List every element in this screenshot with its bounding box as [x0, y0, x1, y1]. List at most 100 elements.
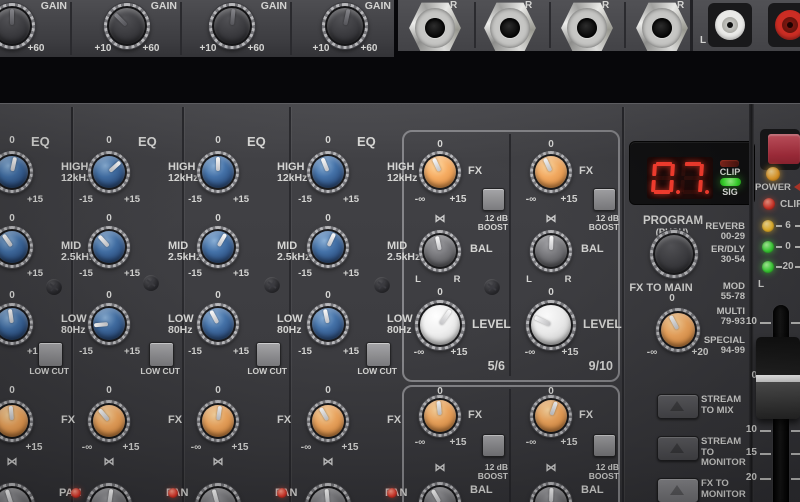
- ch2-pan-knob[interactable]: [86, 483, 132, 502]
- screw: [374, 277, 390, 293]
- ch9-10-bal-knob[interactable]: [530, 230, 572, 272]
- knob-max-label: +15: [343, 195, 359, 205]
- meter-dash: [795, 246, 800, 248]
- ch5-6-bal-knob[interactable]: [419, 230, 461, 272]
- ch9-10-fx-knob-cap: [535, 156, 567, 188]
- ch1-pan-led: [71, 488, 81, 498]
- ch2-low-cut-button[interactable]: [149, 342, 174, 367]
- knob-zero-label: 0: [215, 291, 221, 301]
- mixer-console: GAIN+10+60GAIN+10+60GAIN+10+60GAIN+10+60…: [0, 0, 800, 501]
- meter-clip-label: CLIP: [780, 199, 800, 210]
- ch2-mid-knob[interactable]: [88, 226, 130, 268]
- band-freq-label: 2.5kHz: [387, 252, 420, 263]
- knob-max-label: +15: [233, 195, 249, 205]
- stereo-bottom-2-fx-knob[interactable]: [530, 395, 572, 437]
- stereo-bottom-2-boost-button[interactable]: [593, 434, 616, 457]
- ch2-high-knob[interactable]: [88, 151, 130, 193]
- ch1-pan-knob[interactable]: [0, 483, 35, 502]
- knob-zero-label: 0: [9, 136, 15, 146]
- ch3-fx-knob[interactable]: [197, 400, 239, 442]
- ch4-low-knob[interactable]: [307, 303, 349, 345]
- ch3-mid-knob[interactable]: [197, 226, 239, 268]
- pan-symbol: ⋈: [104, 457, 115, 468]
- divider: [622, 107, 624, 502]
- ch3-fx-knob-pointer: [200, 403, 236, 439]
- effect-range: 55-78: [721, 292, 745, 302]
- divider: [509, 134, 511, 376]
- fx-to-main-knob[interactable]: [656, 308, 700, 352]
- knob-zero-label: 0: [106, 291, 112, 301]
- stereo-bottom-1-fx-knob[interactable]: [419, 395, 461, 437]
- program-knob[interactable]: [650, 230, 698, 278]
- clip-led-label: CLIP: [715, 168, 745, 177]
- ch3-pan-knob[interactable]: [195, 483, 241, 502]
- boost-label-2: BOOST: [478, 223, 508, 232]
- ch3-low-knob[interactable]: [197, 303, 239, 345]
- gain-label: GAIN: [151, 1, 177, 12]
- ch9-10-fx-knob[interactable]: [530, 151, 572, 193]
- ch5-6-boost-button[interactable]: [482, 188, 505, 211]
- fx-label: FX: [61, 415, 75, 426]
- knob-min-label: -∞: [301, 443, 311, 453]
- effect-range: 00-29: [721, 232, 745, 242]
- ch1-mid-knob-pointer: [0, 225, 34, 270]
- meter-left-channel-label: L: [758, 279, 764, 290]
- ch3-low-cut-button[interactable]: [256, 342, 281, 367]
- ch5-6-fx-knob[interactable]: [419, 151, 461, 193]
- ch2-mid-knob-cap: [93, 231, 125, 263]
- fx-to-main-max: +20: [687, 347, 713, 358]
- ch1-high-knob[interactable]: [0, 151, 33, 193]
- fx-label: FX: [468, 166, 482, 177]
- ch9-10-level-knob[interactable]: [526, 300, 576, 350]
- ch4-low-knob-cap: [312, 308, 344, 340]
- mute-button[interactable]: [768, 134, 800, 164]
- eq-header: EQ: [31, 135, 50, 148]
- ch3-low-knob-pointer: [196, 302, 239, 345]
- fx-to-monitor-button[interactable]: [657, 478, 699, 502]
- gain-max-label: +60: [143, 44, 160, 54]
- knob-zero-label: 0: [9, 386, 15, 396]
- stream-to-monitor-button[interactable]: [657, 436, 699, 461]
- band-freq-label: 12kHz: [277, 173, 307, 184]
- channel-name: 9/10: [589, 360, 613, 373]
- ch9-10-level-knob-cap: [531, 305, 571, 345]
- ch1-mid-knob[interactable]: [0, 226, 33, 268]
- fader-scale-label: 15: [746, 448, 757, 458]
- eq-header: EQ: [138, 135, 157, 148]
- stereo-bottom-1-boost-button[interactable]: [482, 434, 505, 457]
- gain-knob-1-pointer: [0, 8, 30, 44]
- fader-cap[interactable]: [756, 337, 800, 419]
- gain-knob-1-cap: [0, 8, 30, 44]
- ch4-fx-knob[interactable]: [307, 400, 349, 442]
- ch1-low-cut-button[interactable]: [38, 342, 63, 367]
- fader-tick: [760, 478, 771, 480]
- gain-label: GAIN: [261, 1, 287, 12]
- ch1-low-knob-pointer: [0, 306, 30, 342]
- ch2-low-knob[interactable]: [88, 303, 130, 345]
- ch1-high-knob-pointer: [0, 153, 31, 191]
- display-digit-1: [651, 162, 675, 194]
- stream-to-mix-button[interactable]: [657, 394, 699, 419]
- knob-zero-label: 0: [548, 140, 554, 150]
- ch4-pan-knob[interactable]: [305, 483, 351, 502]
- ch4-mid-knob[interactable]: [307, 226, 349, 268]
- ch5-6-level-knob[interactable]: [415, 300, 465, 350]
- bal-label: BAL: [470, 244, 493, 255]
- meter-clip-led: [763, 198, 775, 210]
- ch5-6-bal-knob-cap: [424, 235, 456, 267]
- gain-knob-3-cap: [214, 8, 250, 44]
- low-cut-label: LOW CUT: [357, 367, 397, 376]
- ch4-low-cut-button[interactable]: [366, 342, 391, 367]
- ch9-10-boost-button[interactable]: [593, 188, 616, 211]
- ch1-low-knob[interactable]: [0, 303, 33, 345]
- meter-dash: [776, 225, 782, 227]
- ch1-fx-knob[interactable]: [0, 400, 33, 442]
- ch2-fx-knob[interactable]: [88, 400, 130, 442]
- button-arrow-icon: [670, 485, 684, 495]
- ch3-high-knob[interactable]: [197, 151, 239, 193]
- knob-max-label: +15: [342, 443, 359, 453]
- meter-value-label: 20: [782, 262, 793, 272]
- ch4-high-knob[interactable]: [307, 151, 349, 193]
- ch3-mid-knob-pointer: [196, 225, 240, 269]
- ch2-pan-knob-cap: [91, 488, 127, 502]
